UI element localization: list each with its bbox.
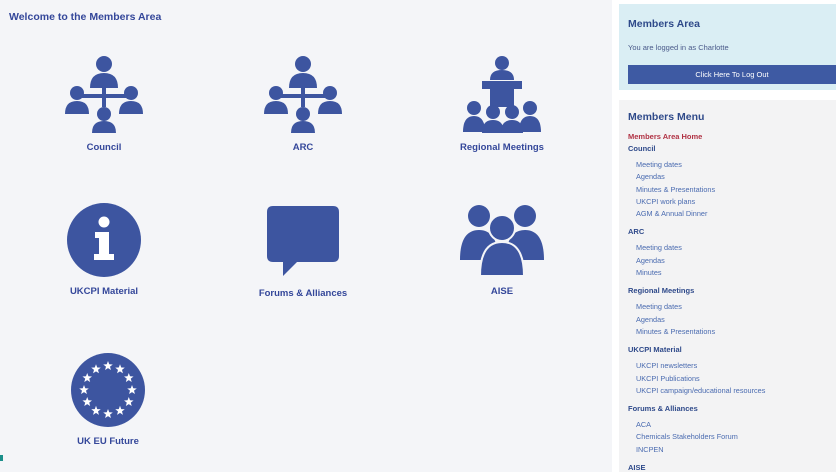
tile-label-uk-eu-future: UK EU Future bbox=[77, 436, 139, 447]
members-menu-list: Members Area Home Council Meeting dates Ag… bbox=[628, 131, 833, 472]
tile-forums-alliances[interactable]: Forums & Alliances bbox=[203, 204, 403, 299]
menu-sub-link[interactable]: Minutes & Presentations bbox=[636, 184, 833, 196]
login-panel: Members Area You are logged in as Charlo… bbox=[619, 4, 836, 90]
members-menu-title: Members Menu bbox=[628, 111, 705, 123]
menu-sub-link[interactable]: Meeting dates bbox=[636, 159, 833, 171]
menu-section-forums-alliances[interactable]: Forums & Alliances bbox=[628, 403, 833, 415]
menu-sub-link[interactable]: UKCPI newsletters bbox=[636, 360, 833, 372]
menu-section-ukcpi-material[interactable]: UKCPI Material bbox=[628, 344, 833, 356]
menu-section-arc[interactable]: ARC bbox=[628, 226, 833, 238]
menu-sublist: Meeting dates Agendas Minutes bbox=[636, 242, 833, 279]
tile-label-ukcpi-material: UKCPI Material bbox=[69, 286, 139, 297]
edge-marker bbox=[0, 455, 3, 461]
regional-meetings-podium-icon bbox=[463, 56, 541, 133]
tile-label-arc: ARC bbox=[292, 142, 314, 153]
tile-label-forums-alliances: Forums & Alliances bbox=[258, 288, 348, 299]
menu-sub-link[interactable]: UKCPI work plans bbox=[636, 196, 833, 208]
arc-hierarchy-icon bbox=[264, 56, 342, 133]
menu-section-aise[interactable]: AISE bbox=[628, 462, 833, 472]
menu-link-home[interactable]: Members Area Home bbox=[628, 131, 833, 143]
menu-sub-link[interactable]: INCPEN bbox=[636, 444, 833, 456]
tile-regional-meetings[interactable]: Regional Meetings bbox=[402, 54, 602, 153]
tile-label-council: Council bbox=[86, 142, 122, 153]
menu-sub-link[interactable]: Agendas bbox=[636, 255, 833, 267]
tile-uk-eu-future[interactable]: UK EU Future bbox=[8, 352, 208, 447]
menu-sub-link[interactable]: ACA bbox=[636, 419, 833, 431]
tile-council[interactable]: Council bbox=[4, 54, 204, 153]
main-content: Welcome to the Members Area Council ARC … bbox=[0, 0, 612, 472]
login-status-text: You are logged in as Charlotte bbox=[628, 43, 729, 52]
menu-sublist: Meeting dates Agendas Minutes & Presentati… bbox=[636, 159, 833, 220]
menu-section-regional-meetings[interactable]: Regional Meetings bbox=[628, 285, 833, 297]
menu-sub-link[interactable]: Meeting dates bbox=[636, 242, 833, 254]
page-title: Welcome to the Members Area bbox=[9, 11, 162, 23]
speech-bubble-icon bbox=[267, 206, 339, 276]
menu-sublist: Meeting dates Agendas Minutes & Presentati… bbox=[636, 301, 833, 338]
tile-ukcpi-material[interactable]: UKCPI Material bbox=[4, 202, 204, 297]
tile-arc[interactable]: ARC bbox=[203, 54, 403, 153]
login-panel-title: Members Area bbox=[628, 18, 700, 30]
eu-stars-icon bbox=[71, 353, 145, 427]
menu-sub-link[interactable]: Minutes & Presentations bbox=[636, 326, 833, 338]
tile-label-aise: AISE bbox=[490, 286, 514, 297]
info-icon bbox=[67, 203, 141, 277]
council-hierarchy-icon bbox=[65, 56, 143, 133]
menu-sub-link[interactable]: AGM & Annual Dinner bbox=[636, 208, 833, 220]
menu-sub-link[interactable]: Agendas bbox=[636, 314, 833, 326]
menu-sub-link[interactable]: UKCPI Publications bbox=[636, 373, 833, 385]
menu-sub-link[interactable]: Agendas bbox=[636, 171, 833, 183]
menu-sub-link[interactable]: UKCPI campaign/educational resources bbox=[636, 385, 833, 397]
menu-sub-link[interactable]: Minutes bbox=[636, 267, 833, 279]
menu-sub-link[interactable]: Meeting dates bbox=[636, 301, 833, 313]
menu-sub-link[interactable]: Chemicals Stakeholders Forum bbox=[636, 431, 833, 443]
menu-section-council[interactable]: Council bbox=[628, 143, 833, 155]
group-people-icon bbox=[460, 205, 544, 277]
members-menu-panel: Members Menu Members Area Home Council Me… bbox=[619, 100, 836, 472]
tile-label-regional-meetings: Regional Meetings bbox=[460, 142, 544, 153]
logout-button[interactable]: Click Here To Log Out bbox=[628, 65, 836, 84]
menu-sublist: UKCPI newsletters UKCPI Publications UKCPI… bbox=[636, 360, 833, 397]
menu-sublist: ACA Chemicals Stakeholders Forum INCPEN bbox=[636, 419, 833, 456]
tile-aise[interactable]: AISE bbox=[402, 202, 602, 297]
